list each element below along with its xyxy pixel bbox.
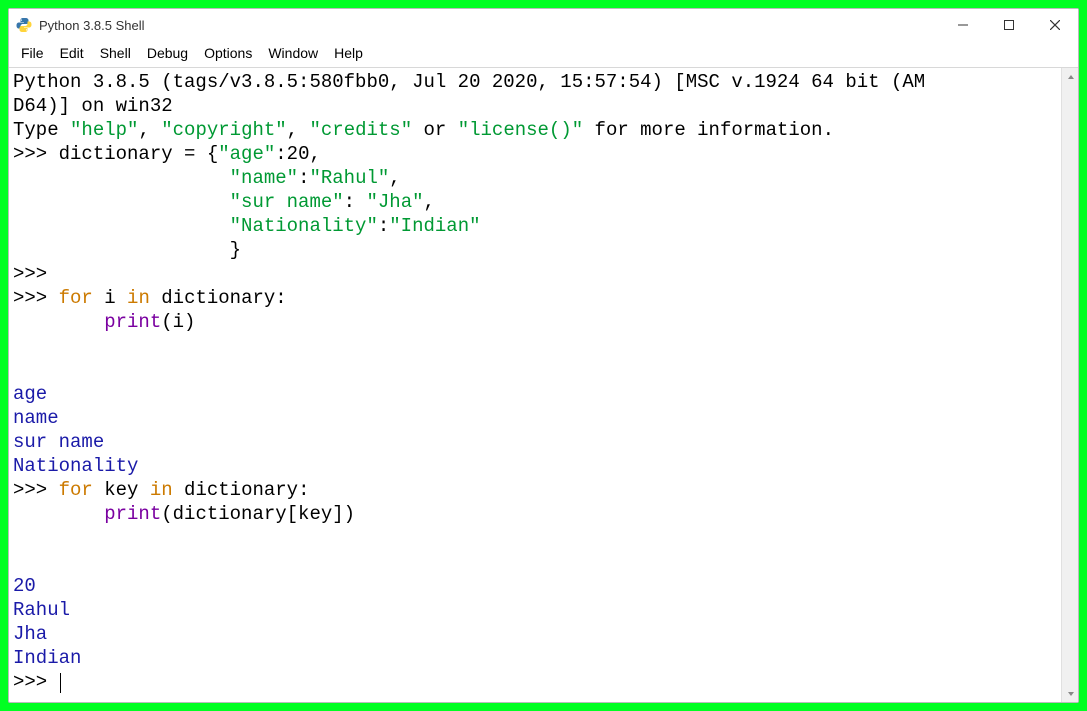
blank-line [13, 551, 24, 573]
window: Python 3.8.5 Shell File Edit Shell Debug… [8, 8, 1079, 703]
prompt-line: >>> [13, 263, 59, 285]
scroll-down-icon[interactable] [1062, 685, 1079, 702]
blank-line [13, 359, 24, 381]
banner-line: Python 3.8.5 (tags/v3.8.5:580fbb0, Jul 2… [13, 71, 925, 93]
shell-editor[interactable]: Python 3.8.5 (tags/v3.8.5:580fbb0, Jul 2… [9, 68, 1061, 702]
code-line: >>> for i in dictionary: [13, 287, 287, 309]
scroll-up-icon[interactable] [1062, 68, 1079, 85]
menu-edit[interactable]: Edit [54, 43, 90, 63]
code-line: "name":"Rahul", [13, 167, 401, 189]
code-line: >>> for key in dictionary: [13, 479, 309, 501]
code-line: print(dictionary[key]) [13, 503, 355, 525]
output-line: name [13, 407, 59, 429]
python-icon [15, 16, 33, 34]
output-line: 20 [13, 575, 36, 597]
output-line: age [13, 383, 47, 405]
window-title: Python 3.8.5 Shell [39, 18, 145, 33]
menu-file[interactable]: File [15, 43, 50, 63]
output-line: sur name [13, 431, 104, 453]
menu-options[interactable]: Options [198, 43, 258, 63]
titlebar[interactable]: Python 3.8.5 Shell [9, 9, 1078, 41]
code-line: >>> dictionary = {"age":20, [13, 143, 321, 165]
output-line: Nationality [13, 455, 138, 477]
output-line: Rahul [13, 599, 70, 621]
prompt-line: >>> [13, 671, 61, 693]
minimize-button[interactable] [940, 9, 986, 41]
vertical-scrollbar[interactable] [1061, 68, 1078, 702]
body-area: Python 3.8.5 (tags/v3.8.5:580fbb0, Jul 2… [9, 68, 1078, 702]
text-cursor [60, 673, 62, 693]
banner-line: Type "help", "copyright", "credits" or "… [13, 119, 834, 141]
output-line: Jha [13, 623, 47, 645]
menu-window[interactable]: Window [262, 43, 324, 63]
output-line: Indian [13, 647, 81, 669]
menu-shell[interactable]: Shell [94, 43, 137, 63]
maximize-button[interactable] [986, 9, 1032, 41]
code-line: "Nationality":"Indian" [13, 215, 481, 237]
menu-help[interactable]: Help [328, 43, 369, 63]
code-line: } [13, 239, 241, 261]
banner-line: D64)] on win32 [13, 95, 173, 117]
close-button[interactable] [1032, 9, 1078, 41]
menu-debug[interactable]: Debug [141, 43, 194, 63]
code-line: "sur name": "Jha", [13, 191, 435, 213]
code-line: print(i) [13, 311, 195, 333]
menubar: File Edit Shell Debug Options Window Hel… [9, 41, 1078, 68]
